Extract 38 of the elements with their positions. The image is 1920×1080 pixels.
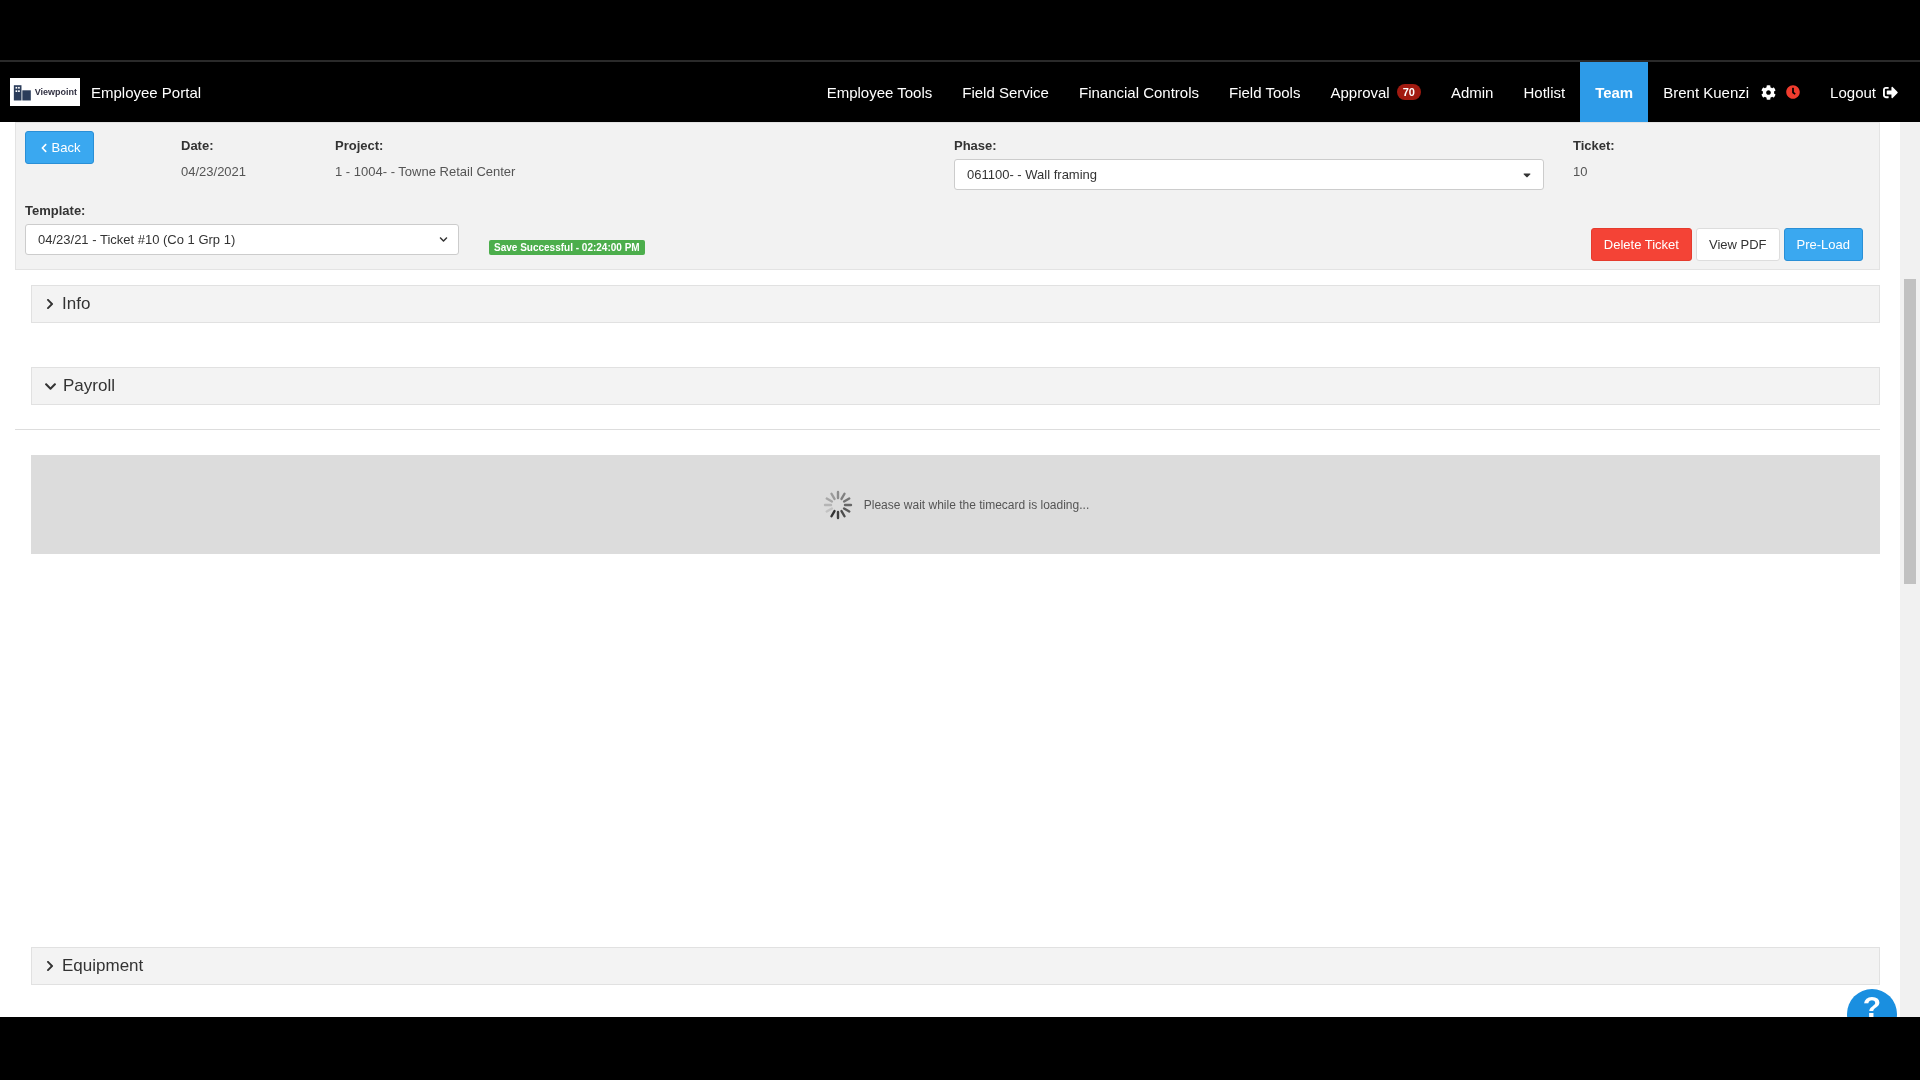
- template-select[interactable]: 04/23/21 - Ticket #10 (Co 1 Grp 1): [25, 224, 459, 255]
- field-label: Ticket:: [1573, 138, 1616, 153]
- count-badge: 70: [1396, 84, 1421, 100]
- field-value: 10: [1573, 164, 1589, 179]
- loading-message: Please wait while the timecard is loading...: [863, 497, 1090, 512]
- settings-icon[interactable]: [1761, 84, 1777, 100]
- nav-item[interactable]: Field Service: [947, 62, 1064, 122]
- nav-item[interactable]: Admin: [1435, 62, 1509, 122]
- field-label: Project:: [335, 138, 385, 153]
- logout-link[interactable]: Logout: [1800, 62, 1910, 122]
- logout-icon: [1883, 84, 1898, 100]
- nav-item[interactable]: Approval 70: [1315, 62, 1436, 122]
- field-value: 04/23/2021: [181, 164, 248, 179]
- chevron-down-icon: [439, 235, 448, 244]
- nav-item[interactable]: Field Tools: [1214, 62, 1316, 122]
- spinner-icon: [821, 488, 854, 521]
- section-header[interactable]: Equipment: [31, 947, 1880, 985]
- save-status-badge: Save Successful - 02:24:00 PM: [489, 240, 645, 255]
- company-logo[interactable]: Viewpoint: [10, 78, 80, 106]
- field-value: 1 - 1004- - Towne Retail Center: [335, 164, 517, 179]
- field-label: Date:: [181, 138, 215, 153]
- nav-item[interactable]: Financial Controls: [1063, 62, 1215, 122]
- user-name[interactable]: Brent Kuenzi: [1648, 62, 1758, 122]
- chevron-right-icon: [44, 960, 56, 972]
- action-button[interactable]: View PDF: [1695, 228, 1780, 261]
- field-label: Phase:: [954, 138, 998, 153]
- nav-item[interactable]: Hotlist: [1508, 62, 1581, 122]
- nav-item[interactable]: Employee Tools: [811, 62, 948, 122]
- clock-icon[interactable]: [1786, 85, 1801, 99]
- chevron-right-icon: [44, 298, 56, 310]
- app-title: Employee Portal: [91, 83, 202, 101]
- scrollbar[interactable]: [1900, 122, 1920, 1017]
- action-button[interactable]: Delete Ticket: [1590, 228, 1692, 261]
- section-header[interactable]: Info: [31, 285, 1880, 323]
- scrollbar-thumb[interactable]: [1904, 279, 1916, 584]
- section-header[interactable]: Payroll: [31, 367, 1880, 405]
- field-label: Template:: [25, 203, 87, 218]
- phase-select[interactable]: 061100- - Wall framing: [954, 159, 1544, 190]
